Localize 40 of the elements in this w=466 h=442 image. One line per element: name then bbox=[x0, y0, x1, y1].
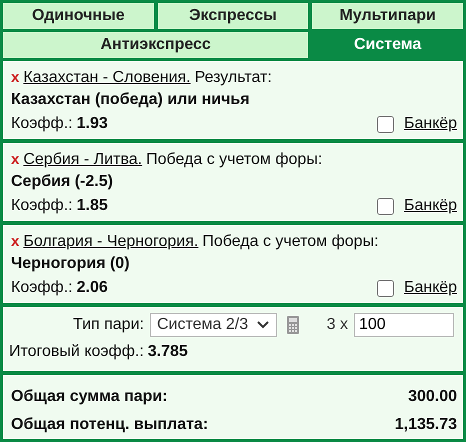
odds-label: Коэфф.: bbox=[11, 115, 73, 133]
event-link[interactable]: Сербия - Литва. bbox=[23, 151, 142, 169]
tab[interactable]: Одиночные bbox=[3, 3, 154, 29]
outcome-label: Казахстан (победа) или ничья bbox=[11, 91, 251, 110]
remove-icon[interactable]: x bbox=[11, 151, 20, 168]
outcome-label: Сербия (-2.5) bbox=[11, 173, 114, 192]
stake-input[interactable]: 100 bbox=[354, 313, 454, 337]
banker-link[interactable]: Банкёр bbox=[404, 115, 457, 133]
tab[interactable]: Экспрессы bbox=[158, 3, 308, 29]
multiplier-label: 3 x bbox=[326, 316, 348, 334]
market-label: Результат: bbox=[194, 69, 272, 87]
outcome-label: Черногория (0) bbox=[11, 255, 131, 274]
banker-link[interactable]: Банкёр bbox=[404, 279, 457, 297]
total-value: 1,135.73 bbox=[394, 416, 457, 434]
banker-link[interactable]: Банкёр bbox=[404, 197, 457, 215]
chevron-down-icon bbox=[256, 320, 270, 330]
bet-type-label: Тип пари: bbox=[73, 316, 144, 334]
total-odds-label: Итоговый коэфф.: bbox=[9, 343, 144, 361]
market-label: Победа с учетом форы: bbox=[202, 233, 379, 251]
tab[interactable]: Антиэкспресс bbox=[3, 32, 308, 58]
total-value: 300.00 bbox=[408, 388, 457, 406]
event-link[interactable]: Болгария - Черногория. bbox=[23, 233, 198, 251]
bet-type-dropdown[interactable]: Система 2/3 bbox=[150, 313, 278, 337]
total-odds-value: 3.785 bbox=[148, 343, 188, 361]
odds-value: 2.06 bbox=[76, 279, 108, 297]
banker-checkbox[interactable] bbox=[376, 280, 394, 296]
odds-value: 1.85 bbox=[76, 197, 108, 215]
total-label: Общая потенц. выплата: bbox=[11, 416, 208, 434]
calculator-icon[interactable] bbox=[287, 316, 300, 334]
total-label: Общая сумма пари: bbox=[11, 388, 168, 406]
odds-label: Коэфф.: bbox=[11, 279, 73, 297]
market-label: Победа с учетом форы: bbox=[146, 151, 322, 169]
banker-checkbox[interactable] bbox=[376, 198, 394, 214]
remove-icon[interactable]: x bbox=[11, 69, 20, 86]
tab[interactable]: Мультипари bbox=[312, 3, 463, 29]
event-link[interactable]: Казахстан - Словения. bbox=[23, 69, 191, 87]
banker-checkbox[interactable] bbox=[376, 116, 394, 132]
odds-value: 1.93 bbox=[76, 115, 108, 133]
odds-label: Коэфф.: bbox=[11, 197, 73, 215]
remove-icon[interactable]: x bbox=[11, 233, 20, 250]
